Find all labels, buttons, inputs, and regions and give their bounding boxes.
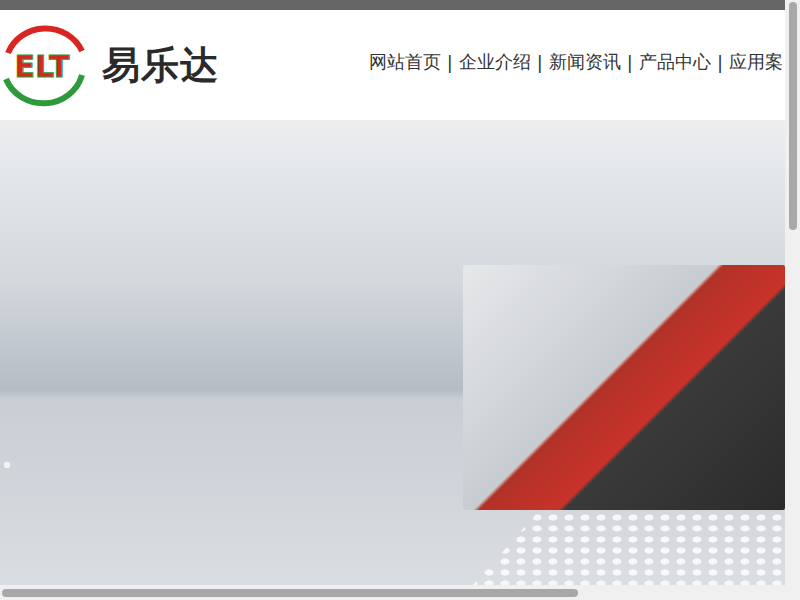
nav-item[interactable]: 企业介绍 bbox=[459, 50, 531, 74]
nav-item[interactable]: 产品中心 bbox=[639, 50, 711, 74]
banner bbox=[0, 120, 785, 585]
top-bar bbox=[0, 0, 785, 10]
banner-photo bbox=[463, 265, 785, 510]
nav-separator: | bbox=[447, 52, 453, 73]
scrollbar-thumb[interactable] bbox=[789, 2, 797, 230]
nav: 网站首页 | 企业介绍 | 新闻资讯 | 产品中心 | 应用案 bbox=[369, 50, 785, 74]
svg-text:ELT: ELT bbox=[14, 49, 70, 84]
logo-icon: ELT bbox=[0, 23, 88, 107]
nav-separator: | bbox=[717, 52, 723, 73]
browser-frame: ELT 易乐达 网站首页 | 企业介绍 | 新闻资讯 | 产品中心 | 应用案 bbox=[0, 0, 800, 600]
nav-separator: | bbox=[627, 52, 633, 73]
logo[interactable]: ELT 易乐达 bbox=[0, 23, 219, 107]
horizontal-scrollbar[interactable] bbox=[0, 585, 785, 600]
header: ELT 易乐达 网站首页 | 企业介绍 | 新闻资讯 | 产品中心 | 应用案 bbox=[0, 10, 785, 120]
nav-item[interactable]: 网站首页 bbox=[369, 50, 441, 74]
scrollbar-thumb[interactable] bbox=[2, 589, 578, 597]
vertical-scrollbar[interactable] bbox=[785, 0, 800, 600]
nav-item[interactable]: 新闻资讯 bbox=[549, 50, 621, 74]
nav-separator: | bbox=[537, 52, 543, 73]
page: ELT 易乐达 网站首页 | 企业介绍 | 新闻资讯 | 产品中心 | 应用案 bbox=[0, 0, 785, 585]
nav-item[interactable]: 应用案 bbox=[729, 50, 783, 74]
brand-name: 易乐达 bbox=[102, 40, 219, 91]
